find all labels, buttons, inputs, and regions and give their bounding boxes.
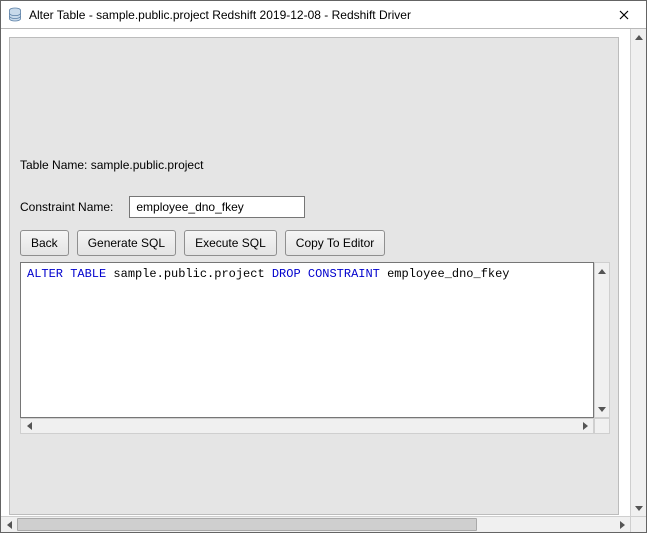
scroll-up-icon[interactable] (631, 29, 646, 45)
scroll-right-icon[interactable] (614, 517, 630, 532)
generate-sql-button[interactable]: Generate SQL (77, 230, 176, 256)
sql-horizontal-scrollbar[interactable] (20, 418, 594, 434)
scroll-left-icon[interactable] (1, 517, 17, 532)
database-icon (7, 7, 23, 23)
scrollbar-thumb[interactable] (17, 518, 477, 531)
window: Alter Table - sample.public.project Reds… (0, 0, 647, 533)
sql-keyword-alter-table: ALTER TABLE (27, 267, 106, 281)
table-name-label: Table Name: sample.public.project (20, 158, 203, 172)
sql-area: ALTER TABLE sample.public.project DROP C… (20, 262, 610, 434)
button-row: Back Generate SQL Execute SQL Copy To Ed… (20, 230, 385, 256)
constraint-row: Constraint Name: (20, 196, 305, 218)
outer-scroll-corner (630, 516, 646, 532)
outer-horizontal-scrollbar[interactable] (1, 516, 630, 532)
close-button[interactable] (602, 1, 646, 28)
scroll-left-icon[interactable] (21, 419, 37, 433)
window-title: Alter Table - sample.public.project Reds… (29, 8, 602, 22)
main-panel: Table Name: sample.public.project Constr… (9, 37, 619, 515)
sql-keyword-drop-constraint: DROP CONSTRAINT (272, 267, 380, 281)
scroll-up-icon[interactable] (595, 263, 609, 279)
outer-vertical-scrollbar[interactable] (630, 29, 646, 516)
sql-constraint: employee_dno_fkey (380, 267, 510, 281)
sql-text[interactable]: ALTER TABLE sample.public.project DROP C… (20, 262, 594, 418)
constraint-name-label: Constraint Name: (20, 200, 113, 214)
sql-scroll-corner (594, 418, 610, 434)
constraint-name-input[interactable] (129, 196, 305, 218)
copy-to-editor-button[interactable]: Copy To Editor (285, 230, 386, 256)
scroll-down-icon[interactable] (595, 401, 609, 417)
execute-sql-button[interactable]: Execute SQL (184, 230, 277, 256)
sql-target: sample.public.project (106, 267, 272, 281)
scroll-right-icon[interactable] (577, 419, 593, 433)
sql-vertical-scrollbar[interactable] (594, 262, 610, 418)
titlebar: Alter Table - sample.public.project Reds… (1, 1, 646, 29)
back-button[interactable]: Back (20, 230, 69, 256)
scroll-down-icon[interactable] (631, 500, 646, 516)
content-area: Table Name: sample.public.project Constr… (1, 29, 646, 532)
